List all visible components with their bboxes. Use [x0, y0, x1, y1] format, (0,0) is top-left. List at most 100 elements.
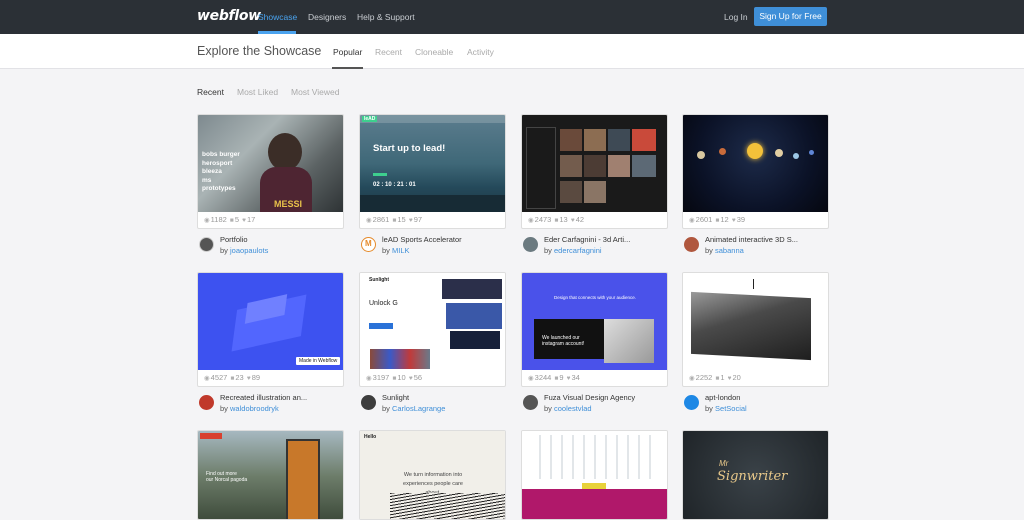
- showcase-card[interactable]: Mr Signwriter: [682, 430, 829, 520]
- eye-icon: ◉: [204, 217, 210, 224]
- heart-icon: ♥: [246, 375, 251, 382]
- avatar[interactable]: [684, 237, 699, 252]
- author-line: by MILK: [382, 246, 410, 255]
- author-line: by SetSocial: [705, 404, 747, 413]
- webflow-logo[interactable]: webflow: [197, 8, 261, 24]
- project-thumbnail[interactable]: Hello We turn information into experienc…: [360, 431, 505, 519]
- author-link[interactable]: edercarfagnini: [554, 246, 602, 255]
- showcase-card[interactable]: ◉2601 ■12 ♥39: [682, 114, 829, 229]
- views-count: 3197: [372, 373, 390, 382]
- author-line: by waldobroodryk: [220, 404, 279, 413]
- project-title[interactable]: Fuza Visual Design Agency: [544, 393, 635, 402]
- project-thumbnail[interactable]: [683, 273, 828, 370]
- nav-showcase[interactable]: Showcase: [258, 12, 297, 22]
- card-meta: Fuza Visual Design Agency by coolestvlad: [523, 393, 673, 415]
- comment-icon: ■: [392, 217, 397, 224]
- author-link[interactable]: CarlosLagrange: [392, 404, 445, 413]
- thumb-text: 02 : 10 : 21 : 01: [373, 182, 416, 188]
- views-count: 2252: [695, 373, 713, 382]
- author-link[interactable]: sabanna: [715, 246, 744, 255]
- signup-button[interactable]: Sign Up for Free: [754, 7, 827, 26]
- likes-count: 42: [575, 215, 585, 224]
- showcase-card[interactable]: Design that connects with your audience.…: [521, 272, 668, 387]
- filter-most-liked[interactable]: Most Liked: [237, 87, 278, 97]
- tab-recent[interactable]: Recent: [375, 47, 402, 57]
- author-link[interactable]: SetSocial: [715, 404, 747, 413]
- project-thumbnail[interactable]: [683, 115, 828, 212]
- card-stats: ◉4527 ■23 ♥89: [204, 373, 261, 382]
- author-link[interactable]: waldobroodryk: [230, 404, 279, 413]
- avatar[interactable]: [361, 395, 376, 410]
- comments-count: 10: [397, 373, 406, 382]
- showcase-card[interactable]: ◉2473 ■13 ♥42: [521, 114, 668, 229]
- showcase-card[interactable]: Sunlight Unlock G ◉3197 ■10 ♥56: [359, 272, 506, 387]
- eye-icon: ◉: [689, 217, 695, 224]
- avatar[interactable]: [523, 237, 538, 252]
- project-thumbnail[interactable]: Design that connects with your audience.…: [522, 273, 667, 370]
- project-thumbnail[interactable]: [522, 431, 667, 519]
- project-title[interactable]: Animated interactive 3D S...: [705, 235, 798, 244]
- project-thumbnail[interactable]: Find out more our Norcal pagoda: [198, 431, 343, 519]
- filter-most-viewed[interactable]: Most Viewed: [291, 87, 340, 97]
- comment-icon: ■: [230, 375, 235, 382]
- project-thumbnail[interactable]: [522, 115, 667, 212]
- project-thumbnail[interactable]: Sunlight Unlock G: [360, 273, 505, 370]
- thumb-text: Mr: [719, 459, 729, 468]
- project-thumbnail[interactable]: Made in Webflow: [198, 273, 343, 370]
- heart-icon: ♥: [570, 217, 575, 224]
- card-meta: Animated interactive 3D S... by sabanna: [684, 235, 834, 257]
- author-line: by edercarfagnini: [544, 246, 602, 255]
- project-title[interactable]: apt-london: [705, 393, 740, 402]
- nav-designers[interactable]: Designers: [308, 12, 346, 22]
- views-count: 4527: [210, 373, 228, 382]
- avatar[interactable]: [684, 395, 699, 410]
- avatar[interactable]: [523, 395, 538, 410]
- avatar[interactable]: M: [361, 237, 376, 252]
- card-meta: M leAD Sports Accelerator by MILK: [361, 235, 511, 257]
- avatar[interactable]: [199, 395, 214, 410]
- showcase-card[interactable]: ◉2252 ■1 ♥20: [682, 272, 829, 387]
- project-thumbnail[interactable]: leAD Start up to lead! 02 : 10 : 21 : 01: [360, 115, 505, 212]
- showcase-subheader: Explore the Showcase Popular Recent Clon…: [0, 34, 1024, 69]
- author-line: by CarlosLagrange: [382, 404, 446, 413]
- comments-count: 12: [720, 215, 729, 224]
- showcase-card[interactable]: Hello We turn information into experienc…: [359, 430, 506, 520]
- filter-recent[interactable]: Recent: [197, 87, 224, 97]
- card-stats: ◉2601 ■12 ♥39: [689, 215, 746, 224]
- showcase-card[interactable]: Made in Webflow ◉4527 ■23 ♥89: [197, 272, 344, 387]
- comments-count: 13: [559, 215, 568, 224]
- login-link[interactable]: Log In: [724, 12, 748, 22]
- eye-icon: ◉: [366, 217, 372, 224]
- showcase-card[interactable]: [521, 430, 668, 520]
- showcase-card[interactable]: Find out more our Norcal pagoda: [197, 430, 344, 520]
- project-title[interactable]: Eder Carfagnini - 3d Arti...: [544, 235, 630, 244]
- project-title[interactable]: Recreated illustration an...: [220, 393, 307, 402]
- likes-count: 56: [413, 373, 423, 382]
- tab-cloneable[interactable]: Cloneable: [415, 47, 453, 57]
- card-meta: Portfolio by joaopaulots: [199, 235, 349, 257]
- card-stats: ◉2252 ■1 ♥20: [689, 373, 742, 382]
- project-title[interactable]: leAD Sports Accelerator: [382, 235, 462, 244]
- tab-activity[interactable]: Activity: [467, 47, 494, 57]
- tab-popular[interactable]: Popular: [333, 47, 362, 57]
- author-link[interactable]: coolestvlad: [554, 404, 592, 413]
- heart-icon: ♥: [408, 217, 413, 224]
- thumb-text: Sunlight: [369, 277, 389, 283]
- thumb-text: MESSI: [274, 199, 303, 209]
- showcase-card[interactable]: MESSI bobs burger herosport bleeza ms pr…: [197, 114, 344, 229]
- project-thumbnail[interactable]: Mr Signwriter: [683, 431, 828, 519]
- project-title[interactable]: Sunlight: [382, 393, 409, 402]
- comment-icon: ■: [392, 375, 397, 382]
- thumb-text: Unlock G: [369, 300, 398, 307]
- card-stats: ◉1182 ■5 ♥17: [204, 215, 256, 224]
- author-link[interactable]: joaopaulots: [230, 246, 268, 255]
- showcase-card[interactable]: leAD Start up to lead! 02 : 10 : 21 : 01…: [359, 114, 506, 229]
- card-meta: Sunlight by CarlosLagrange: [361, 393, 511, 415]
- avatar[interactable]: [199, 237, 214, 252]
- project-title[interactable]: Portfolio: [220, 235, 248, 244]
- nav-help-support[interactable]: Help & Support: [357, 12, 415, 22]
- likes-count: 89: [251, 373, 261, 382]
- project-thumbnail[interactable]: MESSI bobs burger herosport bleeza ms pr…: [198, 115, 343, 212]
- comments-count: 9: [559, 373, 564, 382]
- author-link[interactable]: MILK: [392, 246, 410, 255]
